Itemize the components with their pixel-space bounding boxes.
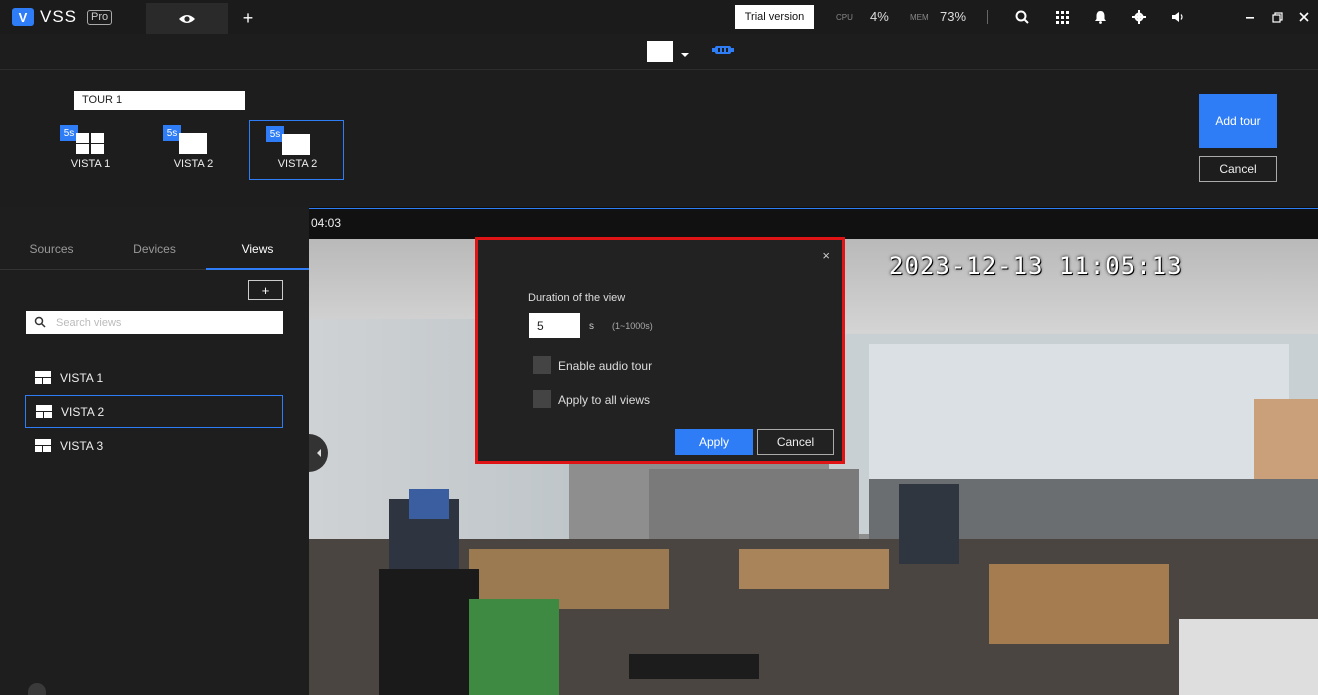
grid-icon[interactable] <box>1053 8 1071 26</box>
cpu-label: CPU <box>836 13 853 22</box>
close-icon[interactable] <box>1295 8 1313 26</box>
view-list-item[interactable]: VISTA 3 <box>25 429 283 462</box>
close-icon[interactable]: × <box>822 248 830 263</box>
tab-devices[interactable]: Devices <box>103 242 206 269</box>
view-list-item-label: VISTA 2 <box>61 404 105 419</box>
view-duration-dialog: × Duration of the view s (1~1000s) Enabl… <box>475 237 845 464</box>
tour-item-label: VISTA 2 <box>277 158 318 170</box>
apply-to-all-views-checkbox[interactable] <box>533 390 551 408</box>
view-thumbnail <box>179 133 207 154</box>
volume-icon[interactable] <box>1169 8 1187 26</box>
view-layout-icon <box>35 371 51 384</box>
mem-label: MEM <box>910 13 929 22</box>
cpu-value: 4% <box>870 9 889 24</box>
chevron-left-icon <box>316 449 321 457</box>
add-tour-button[interactable]: Add tour <box>1199 94 1277 148</box>
tab-live-view[interactable] <box>146 3 228 34</box>
duration-label: Duration of the view <box>528 292 626 304</box>
vss-logo-icon: V <box>12 8 34 26</box>
gear-icon[interactable] <box>1130 8 1148 26</box>
scroll-up-handle[interactable] <box>28 683 46 695</box>
app-edition-badge: Pro <box>87 10 113 25</box>
duration-input[interactable] <box>529 313 580 338</box>
add-tab-button[interactable]: + <box>236 6 260 30</box>
tab-views[interactable]: Views <box>206 242 309 269</box>
view-layout-icon <box>36 405 52 418</box>
cancel-tour-button[interactable]: Cancel <box>1199 156 1277 182</box>
cancel-button[interactable]: Cancel <box>757 429 834 455</box>
enable-audio-tour-label: Enable audio tour <box>558 359 653 373</box>
layout-selector-thumbnail[interactable] <box>647 41 673 62</box>
duration-unit: s <box>589 321 594 332</box>
eye-icon <box>179 14 195 23</box>
search-icon[interactable] <box>1013 8 1031 26</box>
mem-value: 73% <box>940 9 967 24</box>
view-list-item[interactable]: VISTA 1 <box>25 361 283 394</box>
view-thumbnail <box>282 134 310 155</box>
tab-sources[interactable]: Sources <box>0 242 103 269</box>
divider <box>987 10 988 24</box>
chevron-down-icon[interactable] <box>680 46 690 64</box>
apply-to-all-views-label: Apply to all views <box>558 393 651 407</box>
tour-item[interactable]: 5s VISTA 1 <box>43 120 138 180</box>
add-view-button[interactable]: + <box>248 280 283 300</box>
view-thumbnail <box>76 133 104 154</box>
duration-range-hint: (1~1000s) <box>612 321 653 331</box>
view-list-item-label: VISTA 1 <box>60 370 104 385</box>
tour-item[interactable]: 5s VISTA 2 <box>146 120 241 180</box>
tour-mode-icon[interactable] <box>712 43 734 62</box>
app-name: VSS <box>40 7 78 26</box>
camera-timestamp-overlay: 2023-12-13 11:05:13 <box>889 252 1183 280</box>
view-list-item-selected[interactable]: VISTA 2 <box>25 395 283 428</box>
tour-item-label: VISTA 1 <box>70 158 111 170</box>
tour-item-label: VISTA 2 <box>173 158 214 170</box>
apply-button[interactable]: Apply <box>675 429 753 455</box>
view-list-item-label: VISTA 3 <box>60 438 104 453</box>
minimize-icon[interactable] <box>1241 8 1259 26</box>
enable-audio-tour-checkbox[interactable] <box>533 356 551 374</box>
search-box[interactable] <box>26 311 283 334</box>
tour-name-field[interactable]: TOUR 1 <box>74 91 245 110</box>
active-tab-indicator <box>206 268 309 270</box>
restore-icon[interactable] <box>1268 8 1286 26</box>
trial-version-badge[interactable]: Trial version <box>735 5 814 29</box>
viewer-header <box>309 208 1318 239</box>
view-layout-icon <box>35 439 51 452</box>
search-icon <box>34 316 46 328</box>
search-input[interactable] <box>56 314 276 331</box>
bell-icon[interactable] <box>1091 8 1109 26</box>
viewer-time: 04:03 <box>311 216 342 230</box>
tour-item-selected[interactable]: 5s VISTA 2 <box>249 120 344 180</box>
